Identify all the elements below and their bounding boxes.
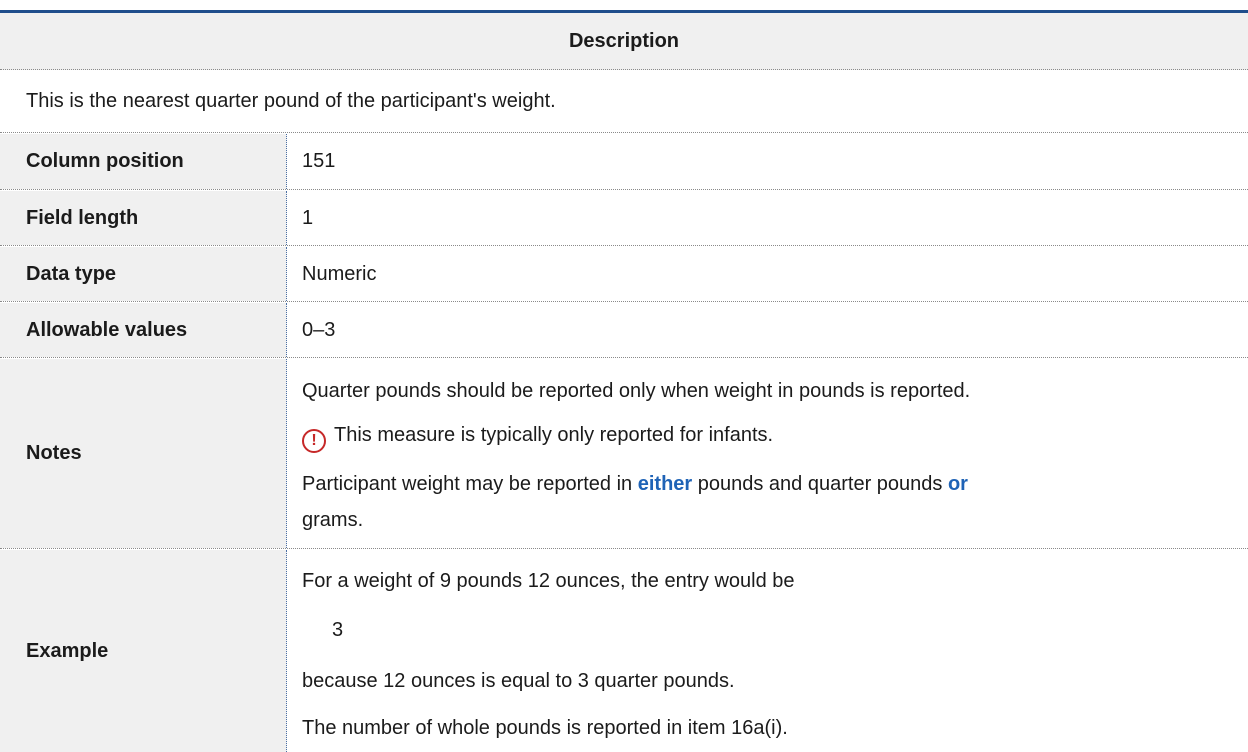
row-example: Example For a weight of 9 pounds 12 ounc… (0, 550, 1248, 752)
row-value-text: 0–3 (302, 318, 336, 341)
row-label-text: Column position (26, 150, 184, 172)
row-label-text: Example (26, 639, 109, 662)
row-label: Column position (0, 134, 287, 189)
example-line-2: because 12 ounces is equal to 3 quarter … (302, 670, 735, 692)
row-value: 0–3 (288, 303, 1248, 357)
row-label: Example (0, 550, 287, 752)
row-value-text: 1 (302, 206, 314, 229)
row-label-text: Allowable values (26, 318, 188, 341)
row-value-text: Numeric (302, 262, 377, 285)
notes-either-emphasis: either (637, 473, 693, 495)
notes-line-4: grams. (302, 509, 364, 531)
row-column-position: Column position 151 (0, 134, 1248, 190)
row-data-type: Data type Numeric (0, 247, 1248, 302)
row-notes: Notes Quarter pounds should be reported … (0, 359, 1248, 549)
row-field-length: Field length 1 (0, 191, 1248, 246)
notes-or-emphasis: or (947, 473, 968, 495)
example-line-1: For a weight of 9 pounds 12 ounces, the … (302, 570, 795, 592)
example-line-3: The number of whole pounds is reported i… (302, 717, 788, 739)
notes-line-3-middle: pounds and quarter pounds (692, 473, 948, 495)
notes-warning-line: ! This measure is typically only reported… (302, 424, 773, 453)
row-label: Field length (0, 191, 287, 245)
description-text-row: This is the nearest quarter pound of the… (0, 70, 1248, 133)
notes-line-3-prefix: Participant weight may be reported in (302, 473, 638, 495)
notes-warning-text: This measure is typically only reported … (334, 424, 774, 446)
description-text: This is the nearest quarter pound of the… (26, 89, 556, 112)
row-value: 151 (288, 134, 1248, 189)
notes-content: Quarter pounds should be reported only w… (288, 359, 1248, 548)
example-content: For a weight of 9 pounds 12 ounces, the … (288, 550, 1248, 752)
row-label: Notes (0, 359, 287, 548)
row-value-text: 151 (302, 150, 336, 172)
row-label-text: Field length (26, 206, 139, 229)
exclamation-circle-icon: ! (302, 429, 326, 453)
notes-line-1: Quarter pounds should be reported only w… (302, 380, 971, 402)
notes-line-3: Participant weight may be reported in ei… (302, 473, 968, 496)
row-label: Data type (0, 247, 287, 301)
row-label-text: Data type (26, 262, 117, 285)
row-allowable-values: Allowable values 0–3 (0, 303, 1248, 358)
row-label-text: Notes (26, 442, 82, 464)
description-header: Description (0, 13, 1248, 70)
row-value: 1 (288, 191, 1248, 245)
row-value: Numeric (288, 247, 1248, 301)
example-code: 3 (332, 619, 344, 641)
row-label: Allowable values (0, 303, 287, 357)
description-header-title: Description (568, 29, 680, 52)
